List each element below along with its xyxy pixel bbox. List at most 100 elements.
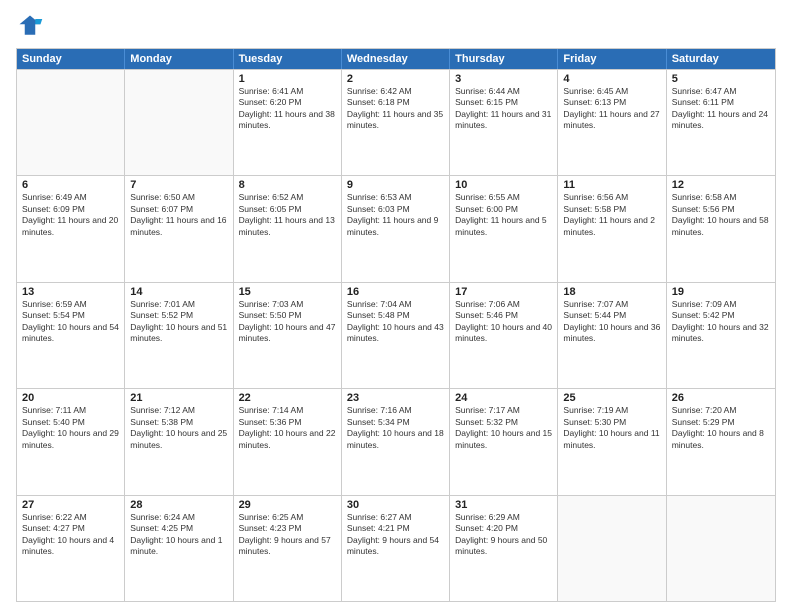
day-info: Sunrise: 6:29 AM Sunset: 4:20 PM Dayligh…	[455, 512, 552, 558]
day-number: 27	[22, 499, 119, 511]
calendar-cell: 26Sunrise: 7:20 AM Sunset: 5:29 PM Dayli…	[667, 389, 775, 494]
day-number: 13	[22, 286, 119, 298]
header	[16, 12, 776, 40]
calendar-cell: 3Sunrise: 6:44 AM Sunset: 6:15 PM Daylig…	[450, 70, 558, 175]
header-day-tuesday: Tuesday	[234, 49, 342, 69]
day-info: Sunrise: 6:22 AM Sunset: 4:27 PM Dayligh…	[22, 512, 119, 558]
day-number: 18	[563, 286, 660, 298]
page: SundayMondayTuesdayWednesdayThursdayFrid…	[0, 0, 792, 612]
day-number: 9	[347, 179, 444, 191]
day-info: Sunrise: 7:04 AM Sunset: 5:48 PM Dayligh…	[347, 299, 444, 345]
calendar-cell: 24Sunrise: 7:17 AM Sunset: 5:32 PM Dayli…	[450, 389, 558, 494]
header-day-sunday: Sunday	[17, 49, 125, 69]
calendar-cell	[667, 496, 775, 601]
logo	[16, 12, 48, 40]
day-number: 11	[563, 179, 660, 191]
day-number: 25	[563, 392, 660, 404]
day-info: Sunrise: 7:12 AM Sunset: 5:38 PM Dayligh…	[130, 405, 227, 451]
calendar-row-3: 13Sunrise: 6:59 AM Sunset: 5:54 PM Dayli…	[17, 282, 775, 388]
day-info: Sunrise: 7:16 AM Sunset: 5:34 PM Dayligh…	[347, 405, 444, 451]
day-info: Sunrise: 6:27 AM Sunset: 4:21 PM Dayligh…	[347, 512, 444, 558]
calendar-cell: 7Sunrise: 6:50 AM Sunset: 6:07 PM Daylig…	[125, 176, 233, 281]
day-number: 17	[455, 286, 552, 298]
calendar-row-2: 6Sunrise: 6:49 AM Sunset: 6:09 PM Daylig…	[17, 175, 775, 281]
calendar-cell: 4Sunrise: 6:45 AM Sunset: 6:13 PM Daylig…	[558, 70, 666, 175]
calendar-cell: 8Sunrise: 6:52 AM Sunset: 6:05 PM Daylig…	[234, 176, 342, 281]
calendar-cell	[125, 70, 233, 175]
calendar-cell: 10Sunrise: 6:55 AM Sunset: 6:00 PM Dayli…	[450, 176, 558, 281]
day-number: 15	[239, 286, 336, 298]
day-number: 19	[672, 286, 770, 298]
calendar-row-5: 27Sunrise: 6:22 AM Sunset: 4:27 PM Dayli…	[17, 495, 775, 601]
calendar: SundayMondayTuesdayWednesdayThursdayFrid…	[16, 48, 776, 602]
day-number: 23	[347, 392, 444, 404]
header-day-saturday: Saturday	[667, 49, 775, 69]
calendar-cell: 13Sunrise: 6:59 AM Sunset: 5:54 PM Dayli…	[17, 283, 125, 388]
calendar-cell: 1Sunrise: 6:41 AM Sunset: 6:20 PM Daylig…	[234, 70, 342, 175]
day-info: Sunrise: 7:11 AM Sunset: 5:40 PM Dayligh…	[22, 405, 119, 451]
calendar-cell: 21Sunrise: 7:12 AM Sunset: 5:38 PM Dayli…	[125, 389, 233, 494]
logo-icon	[16, 12, 44, 40]
day-info: Sunrise: 7:14 AM Sunset: 5:36 PM Dayligh…	[239, 405, 336, 451]
day-number: 29	[239, 499, 336, 511]
day-number: 28	[130, 499, 227, 511]
calendar-cell: 28Sunrise: 6:24 AM Sunset: 4:25 PM Dayli…	[125, 496, 233, 601]
day-info: Sunrise: 7:17 AM Sunset: 5:32 PM Dayligh…	[455, 405, 552, 451]
calendar-body: 1Sunrise: 6:41 AM Sunset: 6:20 PM Daylig…	[17, 69, 775, 601]
calendar-cell: 23Sunrise: 7:16 AM Sunset: 5:34 PM Dayli…	[342, 389, 450, 494]
day-number: 31	[455, 499, 552, 511]
day-info: Sunrise: 7:19 AM Sunset: 5:30 PM Dayligh…	[563, 405, 660, 451]
day-number: 21	[130, 392, 227, 404]
calendar-cell: 12Sunrise: 6:58 AM Sunset: 5:56 PM Dayli…	[667, 176, 775, 281]
day-number: 30	[347, 499, 444, 511]
day-number: 4	[563, 73, 660, 85]
calendar-cell: 30Sunrise: 6:27 AM Sunset: 4:21 PM Dayli…	[342, 496, 450, 601]
header-day-thursday: Thursday	[450, 49, 558, 69]
day-number: 24	[455, 392, 552, 404]
day-number: 26	[672, 392, 770, 404]
calendar-cell: 2Sunrise: 6:42 AM Sunset: 6:18 PM Daylig…	[342, 70, 450, 175]
day-info: Sunrise: 6:41 AM Sunset: 6:20 PM Dayligh…	[239, 86, 336, 132]
calendar-cell: 6Sunrise: 6:49 AM Sunset: 6:09 PM Daylig…	[17, 176, 125, 281]
day-info: Sunrise: 6:52 AM Sunset: 6:05 PM Dayligh…	[239, 192, 336, 238]
day-info: Sunrise: 6:56 AM Sunset: 5:58 PM Dayligh…	[563, 192, 660, 238]
day-number: 20	[22, 392, 119, 404]
day-info: Sunrise: 6:44 AM Sunset: 6:15 PM Dayligh…	[455, 86, 552, 132]
day-info: Sunrise: 6:58 AM Sunset: 5:56 PM Dayligh…	[672, 192, 770, 238]
calendar-cell: 25Sunrise: 7:19 AM Sunset: 5:30 PM Dayli…	[558, 389, 666, 494]
day-info: Sunrise: 6:55 AM Sunset: 6:00 PM Dayligh…	[455, 192, 552, 238]
day-info: Sunrise: 6:49 AM Sunset: 6:09 PM Dayligh…	[22, 192, 119, 238]
header-day-friday: Friday	[558, 49, 666, 69]
calendar-cell: 17Sunrise: 7:06 AM Sunset: 5:46 PM Dayli…	[450, 283, 558, 388]
day-info: Sunrise: 7:01 AM Sunset: 5:52 PM Dayligh…	[130, 299, 227, 345]
day-number: 6	[22, 179, 119, 191]
calendar-cell: 27Sunrise: 6:22 AM Sunset: 4:27 PM Dayli…	[17, 496, 125, 601]
calendar-cell	[558, 496, 666, 601]
day-number: 5	[672, 73, 770, 85]
day-number: 7	[130, 179, 227, 191]
calendar-cell: 5Sunrise: 6:47 AM Sunset: 6:11 PM Daylig…	[667, 70, 775, 175]
day-info: Sunrise: 6:59 AM Sunset: 5:54 PM Dayligh…	[22, 299, 119, 345]
day-info: Sunrise: 6:25 AM Sunset: 4:23 PM Dayligh…	[239, 512, 336, 558]
calendar-cell: 9Sunrise: 6:53 AM Sunset: 6:03 PM Daylig…	[342, 176, 450, 281]
day-info: Sunrise: 6:50 AM Sunset: 6:07 PM Dayligh…	[130, 192, 227, 238]
day-number: 3	[455, 73, 552, 85]
calendar-cell: 31Sunrise: 6:29 AM Sunset: 4:20 PM Dayli…	[450, 496, 558, 601]
calendar-cell	[17, 70, 125, 175]
day-number: 22	[239, 392, 336, 404]
calendar-cell: 29Sunrise: 6:25 AM Sunset: 4:23 PM Dayli…	[234, 496, 342, 601]
calendar-cell: 18Sunrise: 7:07 AM Sunset: 5:44 PM Dayli…	[558, 283, 666, 388]
day-number: 16	[347, 286, 444, 298]
day-info: Sunrise: 7:03 AM Sunset: 5:50 PM Dayligh…	[239, 299, 336, 345]
day-number: 8	[239, 179, 336, 191]
day-info: Sunrise: 7:06 AM Sunset: 5:46 PM Dayligh…	[455, 299, 552, 345]
day-number: 10	[455, 179, 552, 191]
calendar-cell: 22Sunrise: 7:14 AM Sunset: 5:36 PM Dayli…	[234, 389, 342, 494]
header-day-monday: Monday	[125, 49, 233, 69]
day-number: 12	[672, 179, 770, 191]
calendar-cell: 11Sunrise: 6:56 AM Sunset: 5:58 PM Dayli…	[558, 176, 666, 281]
day-info: Sunrise: 6:45 AM Sunset: 6:13 PM Dayligh…	[563, 86, 660, 132]
header-day-wednesday: Wednesday	[342, 49, 450, 69]
calendar-header: SundayMondayTuesdayWednesdayThursdayFrid…	[17, 49, 775, 69]
calendar-cell: 15Sunrise: 7:03 AM Sunset: 5:50 PM Dayli…	[234, 283, 342, 388]
